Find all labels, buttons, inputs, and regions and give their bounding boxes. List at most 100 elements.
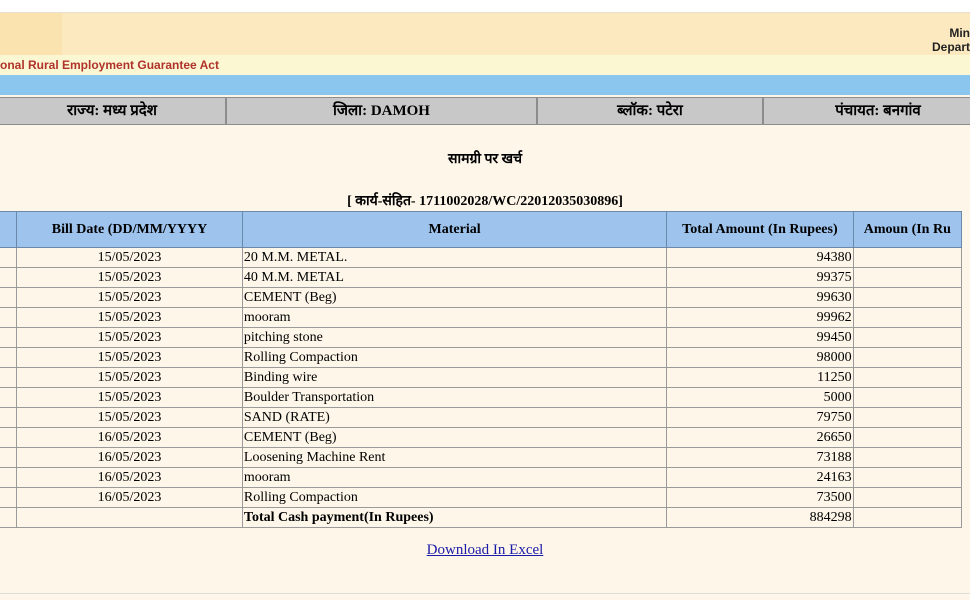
serial-cell [0, 367, 18, 388]
serial-cell [0, 347, 18, 368]
location-district: जिला: DAMOH [226, 97, 537, 125]
location-state: राज्य: मध्य प्रदेश [0, 97, 226, 125]
serial-cell [0, 447, 18, 468]
table-row: 16/05/2023 Loosening Machine Rent 73188 [0, 447, 963, 468]
amount-cell [852, 387, 963, 408]
work-code: [ कार्य-संहित- 1711002028/WC/22012035030… [347, 194, 623, 209]
total-amount-cell: 73188 [666, 447, 854, 468]
bill-date-cell: 15/05/2023 [16, 387, 243, 408]
ministry-line-1: Min [949, 26, 970, 40]
table-row: 15/05/2023 20 M.M. METAL. 94380 [0, 247, 963, 268]
amount-cell [852, 247, 963, 268]
bill-date-cell: 15/05/2023 [16, 287, 243, 308]
total-amount-value: 884298 [666, 507, 854, 528]
bill-date-cell [16, 507, 243, 528]
header-bill-date: Bill Date (DD/MM/YYYY [16, 211, 243, 248]
serial-cell [0, 507, 18, 528]
serial-cell [0, 467, 18, 488]
act-title: onal Rural Employment Guarantee Act [0, 58, 219, 72]
table-row: 16/05/2023 mooram 24163 [0, 467, 963, 488]
serial-cell [0, 407, 18, 428]
serial-cell [0, 487, 18, 508]
table-row: 15/05/2023 pitching stone 99450 [0, 327, 963, 348]
material-cell: Binding wire [241, 367, 668, 388]
table-row: 15/05/2023 40 M.M. METAL 99375 [0, 267, 963, 288]
total-amount-cell: 94380 [666, 247, 854, 268]
download-excel-link[interactable]: Download In Excel [427, 542, 544, 558]
amount-cell [852, 407, 963, 428]
bill-date-cell: 16/05/2023 [16, 467, 243, 488]
material-cell: SAND (RATE) [241, 407, 668, 428]
total-amount-cell: 5000 [666, 387, 854, 408]
material-cell: mooram [241, 467, 668, 488]
amount-cell [852, 427, 963, 448]
table-row: 15/05/2023 CEMENT (Beg) 99630 [0, 287, 963, 308]
total-amount-cell: 11250 [666, 367, 854, 388]
material-cell: mooram [241, 307, 668, 328]
material-cell: Rolling Compaction [241, 347, 668, 368]
material-cell: Rolling Compaction [241, 487, 668, 508]
amount-cell [852, 367, 963, 388]
header-total-amount: Total Amount (In Rupees) [666, 211, 854, 248]
amount-cell [852, 287, 963, 308]
bill-date-cell: 15/05/2023 [16, 407, 243, 428]
amount-cell [852, 507, 963, 528]
bill-date-cell: 15/05/2023 [16, 347, 243, 368]
table-total-row: Total Cash payment(In Rupees) 884298 [0, 507, 963, 528]
table-row: 15/05/2023 mooram 99962 [0, 307, 963, 328]
table-body: 15/05/2023 20 M.M. METAL. 94380 15/05/2023… [0, 247, 963, 528]
bill-date-cell: 15/05/2023 [16, 247, 243, 268]
total-amount-cell: 24163 [666, 467, 854, 488]
navigation-bar [0, 75, 970, 95]
table-row: 16/05/2023 CEMENT (Beg) 26650 [0, 427, 963, 448]
material-expense-table: Bill Date (DD/MM/YYYY Material Total Amo… [0, 211, 963, 528]
download-area: Download In Excel [0, 541, 970, 559]
browser-bookmark-strip [0, 0, 970, 13]
page-title: सामग्री पर खर्च [447, 152, 522, 167]
table-row: 16/05/2023 Rolling Compaction 73500 [0, 487, 963, 508]
bill-date-cell: 15/05/2023 [16, 307, 243, 328]
location-panchayat: पंचायत: बनगांव [763, 97, 970, 125]
amount-cell [852, 487, 963, 508]
header-material: Material [241, 211, 668, 248]
location-block: ब्लॉक: पटेरा [537, 97, 763, 125]
total-amount-cell: 99630 [666, 287, 854, 308]
bill-date-cell: 16/05/2023 [16, 487, 243, 508]
act-title-bar: onal Rural Employment Guarantee Act [0, 55, 970, 75]
total-amount-cell: 26650 [666, 427, 854, 448]
table-row: 15/05/2023 Boulder Transportation 5000 [0, 387, 963, 408]
material-cell: CEMENT (Beg) [241, 427, 668, 448]
serial-cell [0, 267, 18, 288]
total-amount-cell: 99375 [666, 267, 854, 288]
table-row: 15/05/2023 SAND (RATE) 79750 [0, 407, 963, 428]
bill-date-cell: 15/05/2023 [16, 367, 243, 388]
amount-cell [852, 267, 963, 288]
header-amount: Amoun (In Ru [852, 211, 963, 248]
total-amount-cell: 73500 [666, 487, 854, 508]
amount-cell [852, 347, 963, 368]
material-cell: Boulder Transportation [241, 387, 668, 408]
table-row: 15/05/2023 Rolling Compaction 98000 [0, 347, 963, 368]
bill-date-cell: 16/05/2023 [16, 427, 243, 448]
ministry-line-2: Depart [931, 40, 970, 54]
total-label: Total Cash payment(In Rupees) [241, 507, 668, 528]
total-amount-cell: 99450 [666, 327, 854, 348]
bill-date-cell: 15/05/2023 [16, 267, 243, 288]
total-amount-cell: 79750 [666, 407, 854, 428]
header-serial-col [0, 211, 18, 248]
serial-cell [0, 327, 18, 348]
serial-cell [0, 307, 18, 328]
material-cell: Loosening Machine Rent [241, 447, 668, 468]
table-header-row: Bill Date (DD/MM/YYYY Material Total Amo… [0, 211, 963, 248]
material-cell: 20 M.M. METAL. [241, 247, 668, 268]
total-amount-cell: 98000 [666, 347, 854, 368]
banner-logo-area [0, 13, 62, 55]
bill-date-cell: 15/05/2023 [16, 327, 243, 348]
material-cell: 40 M.M. METAL [241, 267, 668, 288]
amount-cell [852, 307, 963, 328]
material-cell: CEMENT (Beg) [241, 287, 668, 308]
amount-cell [852, 467, 963, 488]
table-row: 15/05/2023 Binding wire 11250 [0, 367, 963, 388]
ministry-title: Min Depart [932, 26, 970, 54]
amount-cell [852, 327, 963, 348]
